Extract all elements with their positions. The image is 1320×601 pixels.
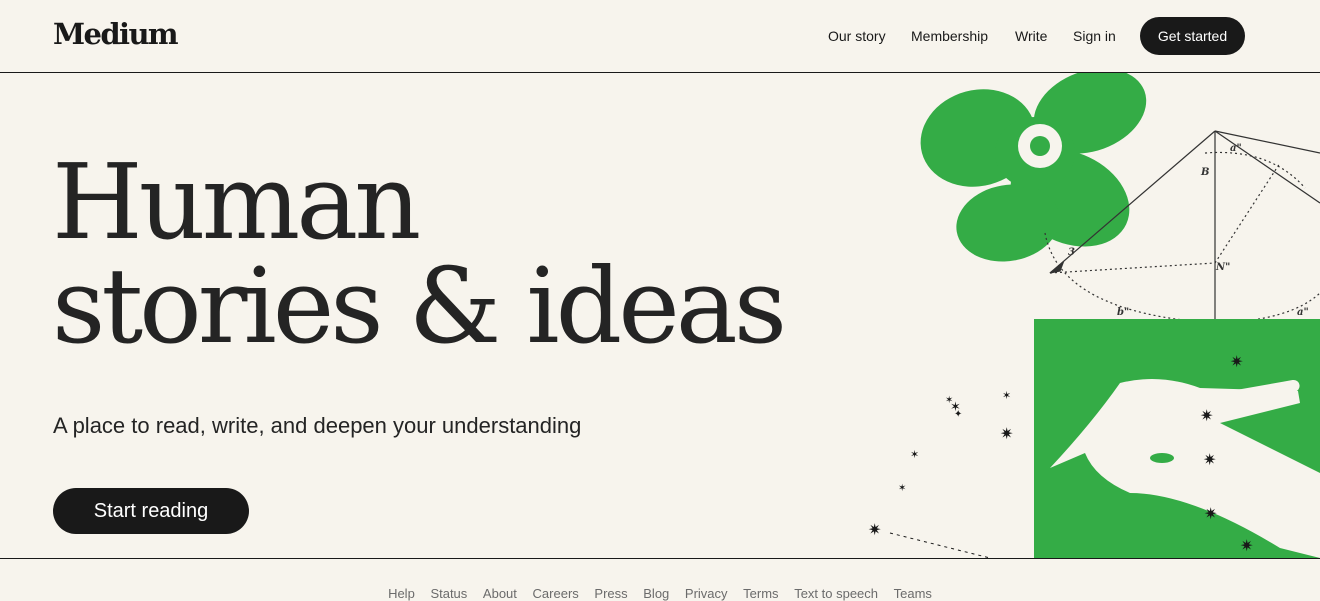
svg-text:B: B (1200, 167, 1209, 178)
svg-text:✷: ✷ (1000, 424, 1013, 443)
svg-text:✶: ✶ (898, 483, 906, 494)
nav-our-story-link[interactable]: Our story (828, 28, 886, 44)
nav-sign-in-link[interactable]: Sign in (1073, 28, 1116, 44)
start-reading-button[interactable]: Start reading (53, 488, 249, 534)
nav-membership-link[interactable]: Membership (911, 28, 988, 44)
svg-text:✷: ✷ (1203, 450, 1216, 469)
dashed-trail (889, 532, 991, 558)
hero-title: Human stories & ideas (52, 141, 787, 367)
svg-text:✦: ✦ (954, 409, 962, 420)
hero-illustration-svg: B N" E 3 b" a" a" ✷ ✷ ✷ ✷ ✷ ✶ ✷ ✦ ✶ ✷ ✶ (868, 73, 1320, 558)
hero-title-line-2: stories & ideas (52, 245, 787, 367)
svg-text:✶: ✶ (945, 395, 953, 406)
svg-text:a": a" (1230, 143, 1242, 154)
hero-subtitle: A place to read, write, and deepen your … (53, 413, 582, 438)
top-navigation-bar: Medium Our story Membership Write Sign i… (0, 0, 1320, 73)
hero-divider (0, 558, 1320, 559)
svg-text:✷: ✷ (868, 520, 881, 539)
flower-icon (920, 73, 1147, 262)
svg-text:✷: ✷ (1240, 536, 1253, 555)
svg-text:✷: ✷ (1200, 406, 1213, 425)
hero-illustration: B N" E 3 b" a" a" ✷ ✷ ✷ ✷ ✷ ✶ ✷ ✦ ✶ ✷ ✶ (860, 73, 1320, 558)
medium-logo[interactable]: Medium (53, 17, 179, 51)
svg-text:✶: ✶ (910, 448, 919, 461)
svg-text:3: 3 (1068, 247, 1075, 258)
svg-text:N": N" (1215, 262, 1230, 273)
get-started-button[interactable]: Get started (1140, 17, 1245, 55)
nav-write-link[interactable]: Write (1015, 28, 1047, 44)
svg-text:a": a" (1297, 307, 1309, 318)
svg-text:✷: ✷ (1204, 504, 1217, 523)
svg-text:b": b" (1117, 307, 1129, 318)
hero-title-line-1: Human (52, 141, 421, 263)
svg-text:✷: ✷ (1230, 352, 1243, 371)
svg-text:✶: ✶ (1002, 389, 1011, 402)
